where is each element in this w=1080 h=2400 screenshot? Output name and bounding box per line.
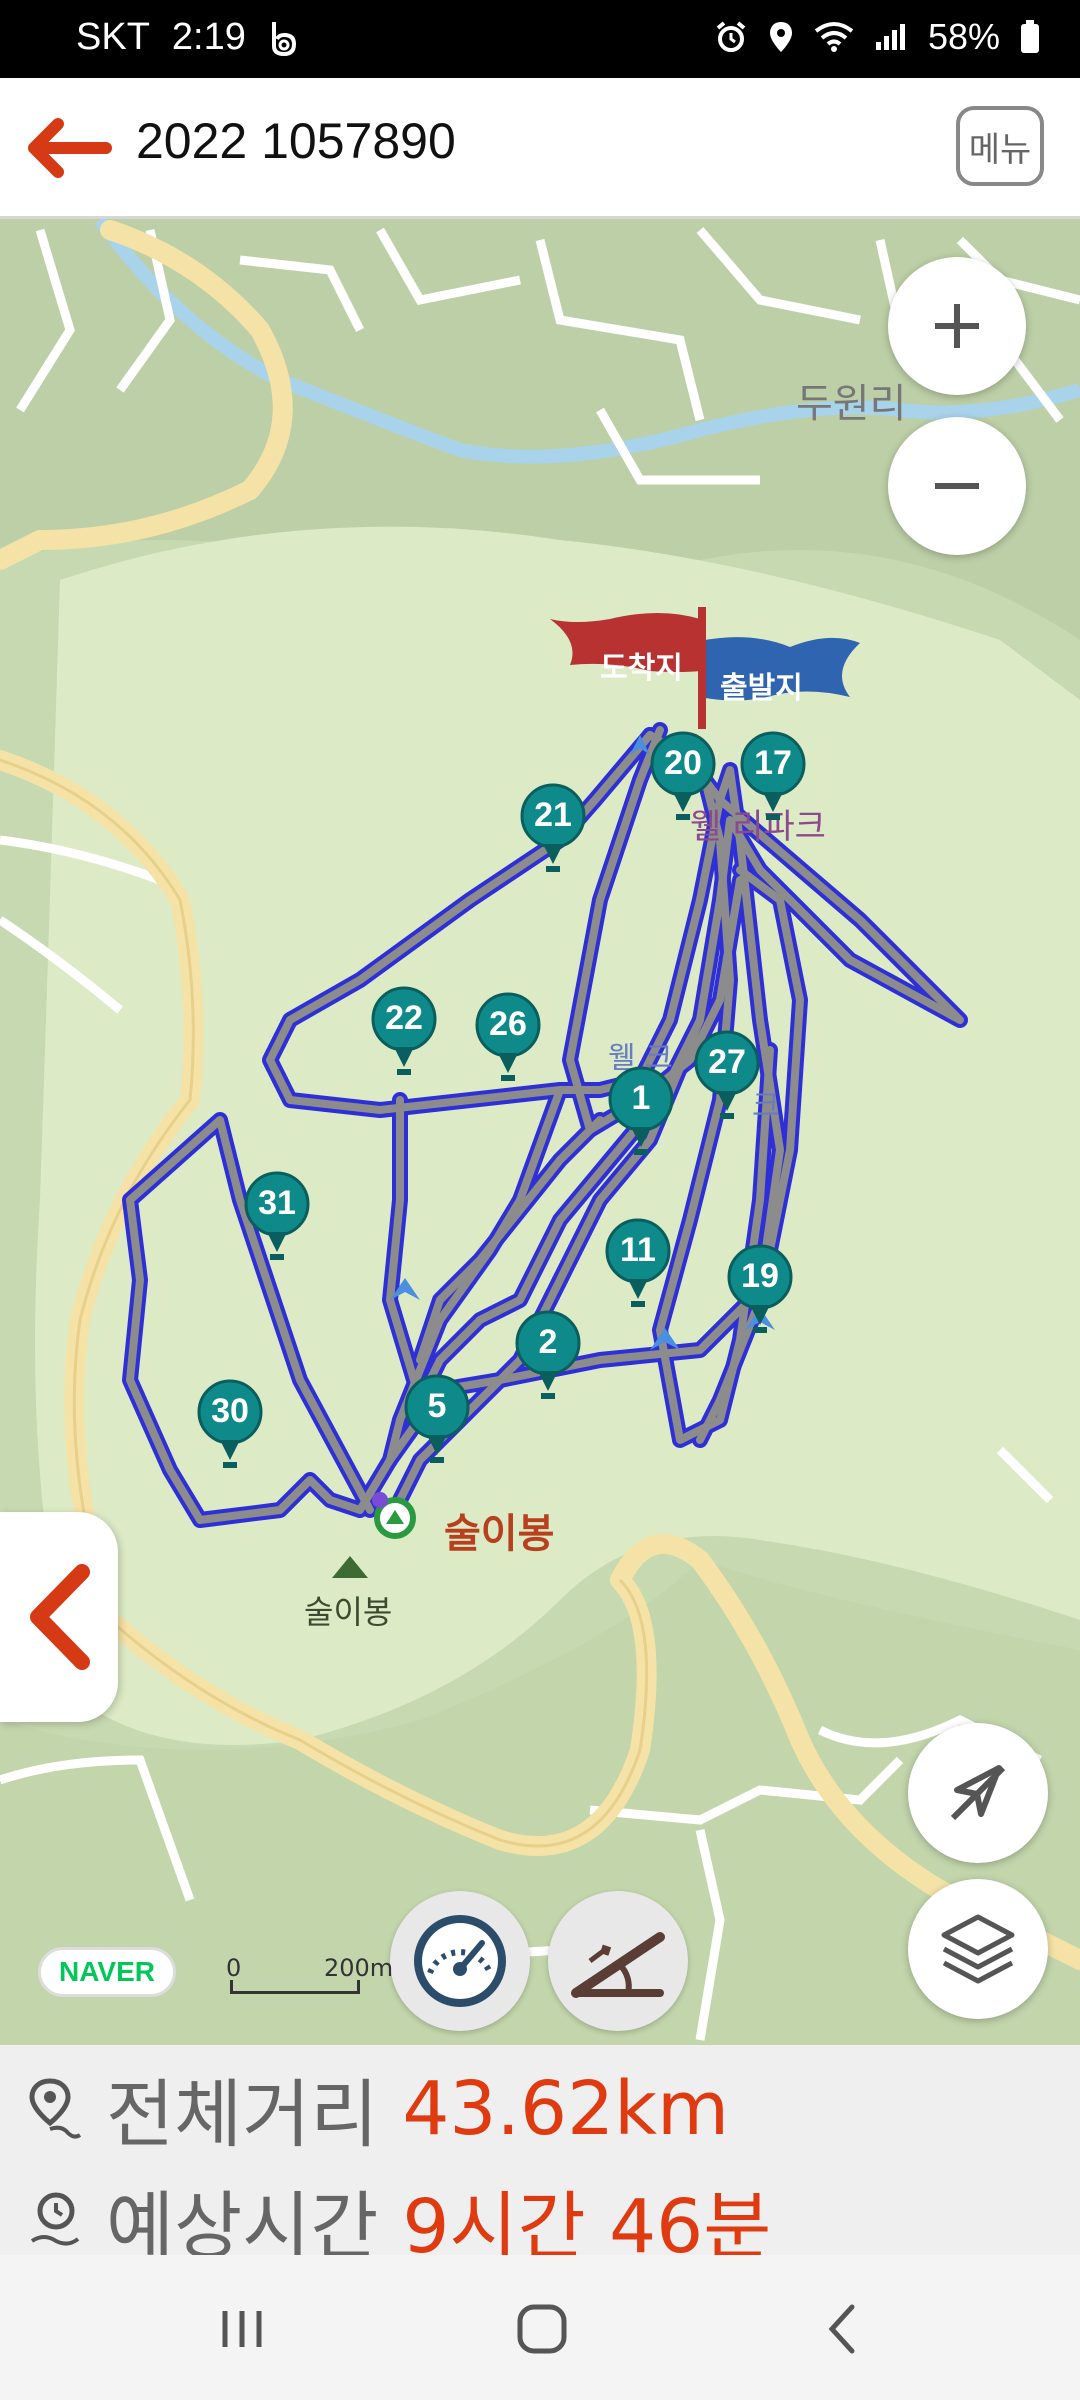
distance-pin-icon <box>29 2077 82 2139</box>
alarm-icon <box>714 20 748 54</box>
tracking-off-button[interactable] <box>908 1723 1048 1863</box>
waypoint-marker-11[interactable]: 11 <box>604 1217 672 1313</box>
system-nav-bar <box>0 2255 1080 2400</box>
app-notification-icon <box>268 20 300 56</box>
chevron-left-icon <box>30 1564 90 1670</box>
flag-departure-label: 출발지 <box>720 671 803 706</box>
waypoint-number: 20 <box>664 744 702 782</box>
route-summary: 전체거리 43.62km 예상시간 9시간 46분 <box>0 2045 1080 2270</box>
speed-button[interactable] <box>390 1891 530 2031</box>
map-scale: 0 200m <box>226 1954 393 2002</box>
plus-icon <box>935 304 979 348</box>
waypoint-marker-26[interactable]: 26 <box>474 991 542 1087</box>
naver-logo: NAVER <box>38 1947 176 1997</box>
carrier-label: SKT <box>76 16 150 58</box>
distance-label: 전체거리 <box>106 2072 379 2158</box>
waypoint-marker-2[interactable]: 2 <box>514 1309 582 1405</box>
waypoint-marker-27[interactable]: 27 <box>693 1029 761 1125</box>
navigation-off-icon <box>950 1765 1006 1821</box>
panel-toggle-tab[interactable] <box>0 1512 118 1722</box>
scale-distance: 200m <box>324 1954 394 1982</box>
slope-icon <box>571 1932 665 1998</box>
signal-icon <box>874 22 908 52</box>
waypoint-number: 5 <box>427 1387 447 1425</box>
waypoint-marker-22[interactable]: 22 <box>370 985 438 1081</box>
location-icon <box>768 20 794 54</box>
zoom-out-button[interactable] <box>888 417 1026 555</box>
recent-apps-icon <box>222 2311 262 2347</box>
waypoint-number: 17 <box>754 744 792 782</box>
flag-arrival-label: 도착지 <box>600 651 683 686</box>
waypoint-marker-19[interactable]: 19 <box>726 1243 794 1339</box>
place-label-suribong-peak: 술이봉 <box>304 1593 393 1631</box>
scale-bar <box>230 1980 360 1994</box>
distance-value: 43.62km <box>402 2065 730 2152</box>
menu-button[interactable]: 메뉴 <box>956 106 1044 186</box>
waypoint-number: 19 <box>741 1257 779 1295</box>
layers-icon <box>941 1914 1015 1984</box>
waypoint-number: 22 <box>385 999 423 1037</box>
waypoint-number: 27 <box>708 1043 746 1081</box>
layers-button[interactable] <box>908 1879 1048 2019</box>
battery-percent: 58% <box>927 16 1000 57</box>
zoom-in-button[interactable] <box>888 257 1026 395</box>
waypoint-marker-20[interactable]: 20 <box>649 730 717 826</box>
waypoint-marker-31[interactable]: 31 <box>243 1170 311 1266</box>
system-back-button[interactable] <box>782 2289 902 2369</box>
waypoint-marker-30[interactable]: 30 <box>196 1378 264 1474</box>
waypoint-marker-17[interactable]: 17 <box>739 730 807 826</box>
place-label-dowonri: 두원리 <box>796 381 907 427</box>
waypoint-marker-21[interactable]: 21 <box>519 782 587 878</box>
home-icon <box>517 2304 567 2354</box>
back-arrow-icon[interactable] <box>24 116 112 180</box>
waypoint-number: 31 <box>258 1184 296 1222</box>
scale-zero: 0 <box>226 1954 242 1982</box>
waypoint-marker-1[interactable]: 1 <box>607 1065 675 1161</box>
map-view[interactable]: 도착지 출발지 두원리 웰 리파크 웰 크 크 술이봉 술이봉 20 17 21 22… <box>0 219 1080 2045</box>
recent-apps-button[interactable] <box>182 2289 302 2369</box>
clock: 2:19 <box>171 16 246 58</box>
waypoint-number: 1 <box>631 1079 651 1117</box>
status-bar: SKT 2:19 58% <box>0 0 1080 78</box>
time-clock-icon <box>30 2192 80 2246</box>
waypoint-number: 26 <box>489 1005 527 1043</box>
wifi-icon <box>814 21 854 53</box>
place-label-suribong: 술이봉 <box>444 1511 555 1557</box>
page-title: 2022 1057890 <box>136 113 456 169</box>
waypoint-number: 11 <box>620 1231 656 1269</box>
minus-icon <box>935 483 979 489</box>
waypoint-marker-5[interactable]: 5 <box>403 1373 471 1469</box>
home-button[interactable] <box>482 2289 602 2369</box>
waypoint-number: 30 <box>211 1392 249 1430</box>
waypoint-number: 21 <box>534 796 572 834</box>
app-header: 2022 1057890 메뉴 <box>0 78 1080 219</box>
waypoint-number: 2 <box>538 1323 558 1361</box>
elevation-button[interactable] <box>548 1891 688 2031</box>
back-icon <box>828 2304 855 2354</box>
speedometer-icon <box>414 1915 506 2007</box>
battery-icon <box>1020 20 1040 54</box>
